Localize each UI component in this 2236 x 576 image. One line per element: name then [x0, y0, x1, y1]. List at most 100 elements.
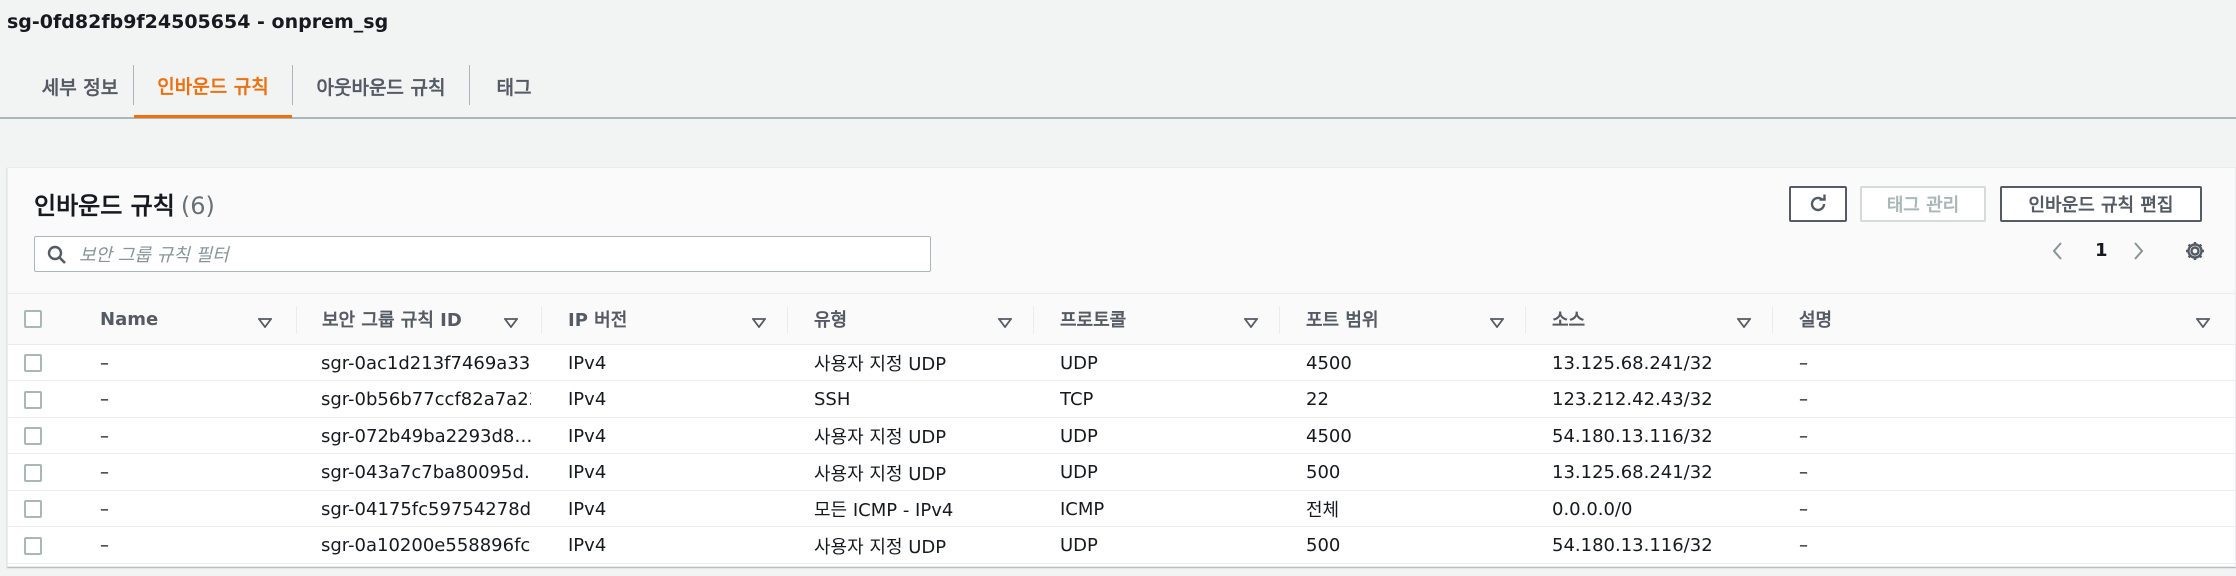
cell-description: –: [1799, 535, 1808, 556]
sort-caret-icon[interactable]: [1736, 313, 1752, 332]
table-row[interactable]: – sgr-043a7c7ba80095d… IPv4 사용자 지정 UDP UDP 50…: [8, 455, 2235, 491]
chevron-left-icon[interactable]: [2050, 240, 2064, 266]
cell-name: –: [100, 389, 109, 410]
column-header-source[interactable]: 소스: [1552, 294, 1585, 344]
table-row[interactable]: – sgr-072b49ba2293d8… IPv4 사용자 지정 UDP UDP 450…: [8, 418, 2235, 454]
cell-rule-id: sgr-04175fc59754278dd: [321, 498, 531, 520]
cell-type: 모든 ICMP - IPv4: [814, 500, 954, 521]
cell-description: –: [1799, 425, 1808, 447]
cell-ip-version: IPv4: [568, 462, 607, 483]
cell-protocol: ICMP: [1060, 498, 1105, 520]
cell-protocol: UDP: [1060, 352, 1098, 374]
cell-type: 사용자 지정 UDP: [814, 354, 947, 375]
cell-ip-version: IPv4: [568, 535, 607, 556]
column-separator: [1525, 306, 1526, 334]
row-checkbox[interactable]: [24, 390, 42, 409]
cell-port-range: 전체: [1306, 500, 1340, 521]
cell-source: 54.180.13.116/32: [1552, 535, 1713, 556]
cell-source: 13.125.68.241/32: [1552, 462, 1713, 483]
cell-source: 54.180.13.116/32: [1552, 425, 1713, 447]
row-checkbox[interactable]: [24, 463, 42, 482]
cell-description: –: [1799, 389, 1808, 410]
table-row[interactable]: – sgr-0b56b77ccf82a7a23 IPv4 SSH TCP 22 123.21…: [8, 382, 2235, 418]
cell-ip-version: IPv4: [568, 389, 607, 410]
cell-protocol: UDP: [1060, 535, 1098, 556]
cell-type: 사용자 지정 UDP: [814, 536, 947, 558]
table-row[interactable]: – sgr-0ac1d213f7469a334 IPv4 사용자 지정 UDP UDP 4…: [8, 345, 2235, 381]
row-checkbox[interactable]: [24, 536, 42, 555]
gear-icon[interactable]: [2184, 240, 2206, 266]
cell-rule-id: sgr-072b49ba2293d8…: [321, 425, 531, 447]
row-checkbox[interactable]: [24, 427, 42, 445]
cell-name: –: [100, 498, 109, 520]
cell-protocol: UDP: [1060, 425, 1098, 447]
tab-separator: [469, 65, 470, 105]
rule-count: (6): [180, 192, 215, 220]
cell-name: –: [100, 425, 109, 447]
edit-inbound-rules-button[interactable]: 인바운드 규칙 편집: [2000, 186, 2202, 222]
tab-details[interactable]: 세부 정보: [25, 55, 135, 117]
search-input[interactable]: [77, 239, 921, 271]
sort-caret-icon[interactable]: [1489, 313, 1505, 332]
cell-rule-id: sgr-0a10200e558896fca: [321, 535, 531, 556]
cell-name: –: [100, 352, 109, 374]
column-header-description[interactable]: 설명: [1799, 294, 1832, 344]
sort-caret-icon[interactable]: [257, 313, 273, 332]
table-row[interactable]: – sgr-04175fc59754278dd IPv4 모든 ICMP - IPv4…: [8, 491, 2235, 527]
sort-caret-icon[interactable]: [2195, 313, 2211, 332]
table-row[interactable]: – sgr-0a10200e558896fca IPv4 사용자 지정 UDP UDP 5…: [8, 528, 2235, 564]
security-group-title: sg-0fd82fb9f24505654 - onprem_sg: [7, 11, 389, 33]
page-number[interactable]: 1: [2095, 240, 2108, 261]
panel-title-text: 인바운드 규칙: [34, 192, 175, 220]
row-checkbox[interactable]: [24, 500, 42, 518]
sort-caret-icon[interactable]: [997, 313, 1013, 332]
cell-type: 사용자 지정 UDP: [814, 427, 947, 448]
column-header-protocol[interactable]: 프로토콜: [1060, 294, 1126, 344]
cell-rule-id: sgr-0ac1d213f7469a334: [321, 352, 531, 374]
row-checkbox[interactable]: [24, 354, 42, 372]
search-icon: [47, 245, 67, 269]
tab-tags[interactable]: 태그: [482, 55, 546, 117]
column-separator: [541, 306, 542, 334]
chevron-right-icon[interactable]: [2132, 240, 2146, 266]
manage-tags-button[interactable]: 태그 관리: [1860, 186, 1986, 222]
sort-caret-icon[interactable]: [1243, 313, 1259, 332]
cell-port-range: 22: [1306, 389, 1329, 410]
refresh-icon: [1807, 193, 1829, 215]
search-box: [34, 236, 931, 272]
cell-type: SSH: [814, 389, 851, 410]
cell-ip-version: IPv4: [568, 425, 607, 447]
tab-bar: 세부 정보 인바운드 규칙 아웃바운드 규칙 태그: [0, 55, 2236, 119]
column-separator: [1772, 306, 1773, 334]
tab-outbound-rules[interactable]: 아웃바운드 규칙: [300, 55, 462, 117]
select-all-checkbox[interactable]: [24, 310, 42, 328]
column-header-rule-id[interactable]: 보안 그룹 규칙 ID: [322, 294, 462, 344]
sort-caret-icon[interactable]: [751, 313, 767, 332]
cell-type: 사용자 지정 UDP: [814, 463, 947, 485]
tab-separator: [292, 65, 293, 105]
column-separator: [787, 306, 788, 334]
cell-name: –: [100, 462, 109, 483]
cell-port-range: 4500: [1306, 425, 1352, 447]
cell-rule-id: sgr-043a7c7ba80095d…: [321, 462, 531, 483]
cell-description: –: [1799, 462, 1808, 483]
inbound-rules-panel: 인바운드 규칙(6) 태그 관리 인바운드 규칙 편집 1 Name: [7, 167, 2236, 567]
tab-inbound-rules[interactable]: 인바운드 규칙: [134, 55, 292, 118]
cell-description: –: [1799, 352, 1808, 374]
cell-source: 123.212.42.43/32: [1552, 389, 1713, 410]
cell-description: –: [1799, 498, 1808, 520]
cell-source: 0.0.0.0/0: [1552, 498, 1633, 520]
refresh-button[interactable]: [1789, 186, 1847, 222]
column-header-name[interactable]: Name: [100, 294, 158, 344]
cell-protocol: TCP: [1060, 389, 1094, 410]
column-header-port-range[interactable]: 포트 범위: [1306, 294, 1379, 344]
sort-caret-icon[interactable]: [503, 313, 519, 332]
column-header-ip-version[interactable]: IP 버전: [568, 294, 627, 344]
cell-name: –: [100, 535, 109, 556]
cell-ip-version: IPv4: [568, 498, 607, 520]
cell-ip-version: IPv4: [568, 352, 607, 374]
panel-title: 인바운드 규칙 (6): [34, 186, 215, 221]
cell-port-range: 500: [1306, 535, 1341, 556]
cell-protocol: UDP: [1060, 462, 1098, 483]
column-header-type[interactable]: 유형: [814, 294, 847, 344]
